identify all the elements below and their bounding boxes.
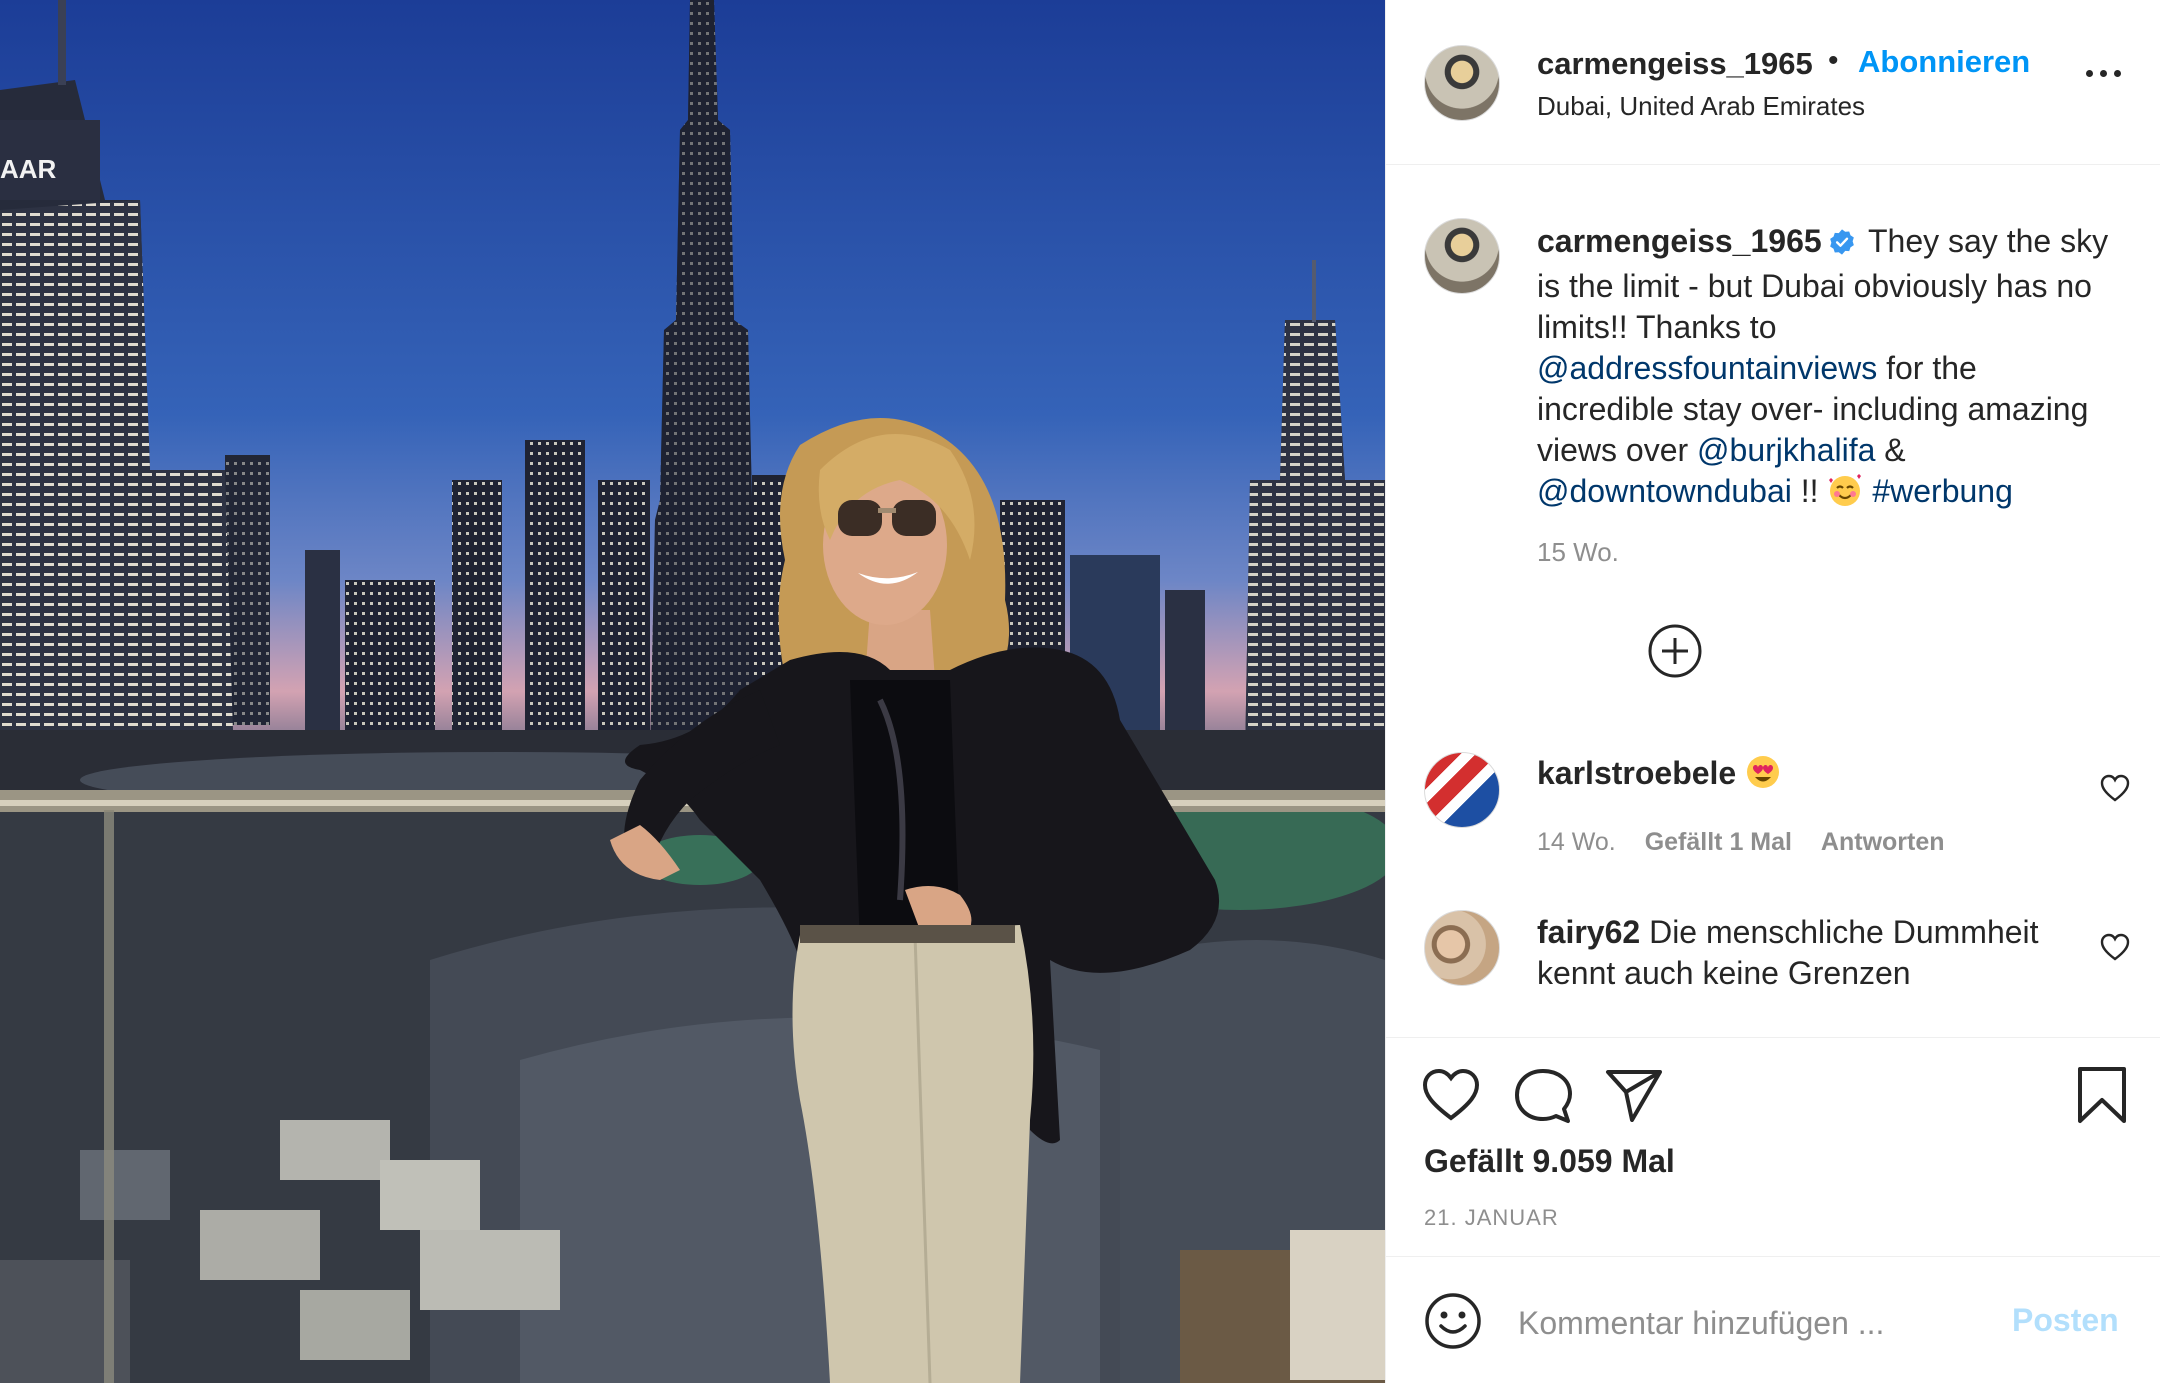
- heart-eyes-emoji: [1745, 754, 1781, 790]
- comment-icon[interactable]: [1514, 1068, 1572, 1129]
- instagram-post: AAR carmengeiss_1965 • Abonnieren Dubai,…: [0, 0, 2160, 1383]
- comment-timestamp: 14 Wo.: [1537, 828, 1616, 856]
- mention-downtowndubai[interactable]: @downtowndubai: [1537, 473, 1792, 509]
- reply-button[interactable]: Antworten: [1821, 828, 1945, 856]
- caption-text-part-4: !!: [1800, 473, 1819, 509]
- comment-like-heart-icon[interactable]: [2100, 933, 2130, 961]
- svg-text:AAR: AAR: [0, 154, 57, 184]
- caption-text-part-3: &: [1884, 432, 1906, 468]
- post-caption: carmengeiss_1965 They say the sky is the…: [1537, 221, 2117, 512]
- smiling-hearts-emoji: [1827, 472, 1863, 508]
- comment-input[interactable]: [1516, 1298, 1980, 1348]
- post-location[interactable]: Dubai, United Arab Emirates: [1537, 91, 1865, 122]
- comment-username[interactable]: fairy62: [1537, 914, 1640, 950]
- author-avatar[interactable]: [1424, 45, 1500, 121]
- load-more-plus-icon[interactable]: [1648, 624, 1702, 678]
- header-separator: •: [1828, 44, 1839, 77]
- verified-badge-icon: [1828, 225, 1856, 266]
- more-options-icon[interactable]: [2086, 70, 2122, 80]
- emoji-icon[interactable]: [1424, 1292, 1482, 1350]
- comment-likes-count[interactable]: Gefällt 1 Mal: [1645, 828, 1792, 856]
- likes-count[interactable]: Gefällt 9.059 Mal: [1424, 1143, 1675, 1180]
- dubai-skyline-photo: AAR: [0, 0, 1385, 1383]
- hashtag-werbung[interactable]: #werbung: [1872, 473, 2013, 509]
- post-header: carmengeiss_1965 • Abonnieren Dubai, Uni…: [1386, 0, 2160, 165]
- comment-body: karlstroebele: [1537, 753, 2057, 794]
- mention-burjkhalifa[interactable]: @burjkhalifa: [1697, 432, 1875, 468]
- caption-username[interactable]: carmengeiss_1965: [1537, 223, 1822, 259]
- comment-username[interactable]: karlstroebele: [1537, 755, 1736, 791]
- commenter-avatar[interactable]: [1424, 752, 1500, 828]
- follow-button[interactable]: Abonnieren: [1858, 44, 2030, 80]
- mention-addressfountainviews[interactable]: @addressfountainviews: [1537, 350, 1877, 386]
- comment-like-heart-icon[interactable]: [2100, 774, 2130, 802]
- share-icon[interactable]: [1604, 1068, 1664, 1127]
- comment-meta: 14 Wo. Gefällt 1 Mal Antworten: [1537, 828, 1945, 857]
- post-date: 21. JANUAR: [1424, 1205, 1559, 1230]
- divider: [1386, 1256, 2160, 1257]
- caption-author-avatar[interactable]: [1424, 218, 1500, 294]
- comment-body: fairy62 Die menschliche Dummheit kennt a…: [1537, 912, 2057, 994]
- author-username[interactable]: carmengeiss_1965: [1537, 46, 1823, 82]
- post-photo[interactable]: AAR: [0, 0, 1385, 1383]
- post-comment-button[interactable]: Posten: [2012, 1302, 2119, 1339]
- caption-timestamp: 15 Wo.: [1537, 537, 1619, 567]
- bookmark-icon[interactable]: [2076, 1066, 2128, 1129]
- divider: [1386, 1037, 2160, 1038]
- post-side-panel: carmengeiss_1965 • Abonnieren Dubai, Uni…: [1385, 0, 2160, 1383]
- commenter-avatar[interactable]: [1424, 910, 1500, 986]
- heart-icon[interactable]: [1422, 1068, 1480, 1127]
